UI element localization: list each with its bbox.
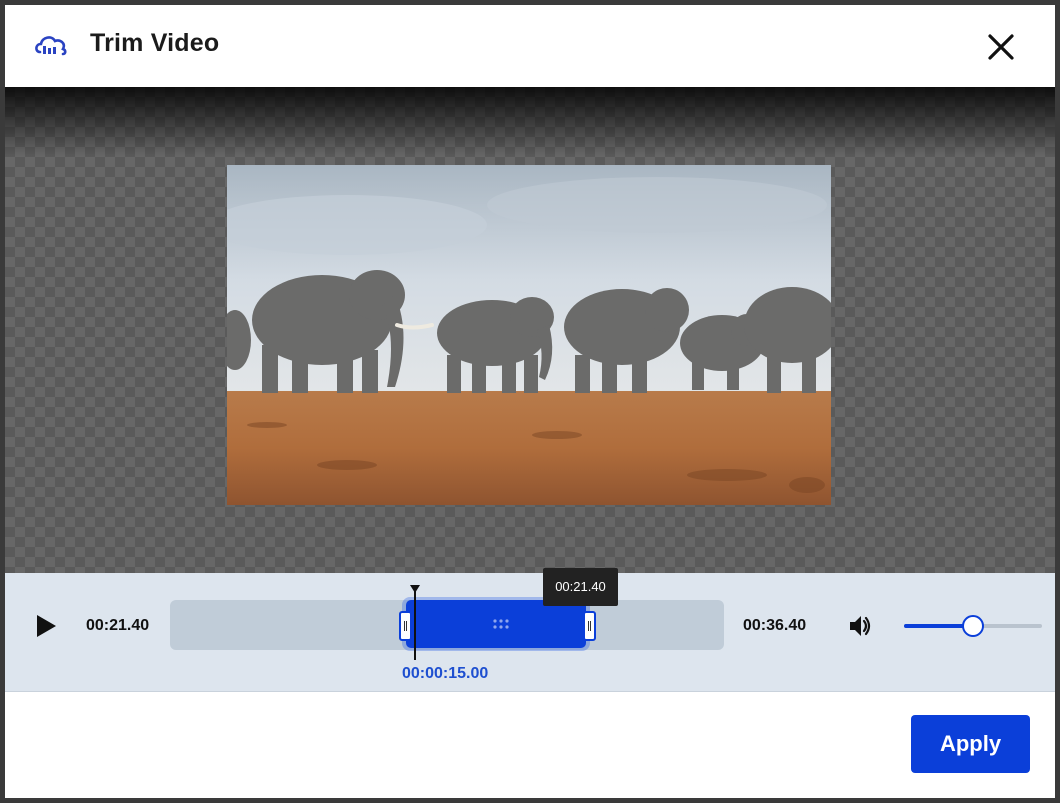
dialog-footer: Apply [5, 692, 1055, 798]
apply-button[interactable]: Apply [911, 715, 1030, 773]
playhead[interactable] [410, 585, 420, 660]
volume-slider[interactable] [904, 615, 1042, 637]
preview-gradient-shade [5, 87, 1055, 157]
playhead-tooltip: 00:21.40 [543, 568, 618, 606]
play-icon[interactable] [34, 613, 58, 639]
cloud-logo-icon [35, 36, 67, 56]
trim-selection-body[interactable] [406, 600, 586, 648]
selection-duration: 00:00:15.00 [402, 665, 489, 682]
close-icon[interactable] [985, 31, 1017, 63]
trim-video-dialog: Trim Video 00:21.40 00:21.40 00:00:15.00… [5, 5, 1055, 798]
trim-start-handle[interactable] [399, 611, 412, 641]
trim-controls: 00:21.40 00:21.40 00:00:15.00 00:36.40 [5, 568, 1055, 692]
volume-icon[interactable] [847, 613, 873, 639]
dialog-title: Trim Video [90, 29, 220, 57]
trim-timeline-track[interactable]: 00:21.40 [170, 568, 724, 660]
playhead-knob[interactable] [410, 585, 420, 593]
current-time: 00:21.40 [86, 617, 150, 634]
dialog-header: Trim Video [5, 5, 1055, 87]
video-frame-elephants [227, 165, 831, 505]
trim-end-handle[interactable] [583, 611, 596, 641]
drag-grip-icon [493, 619, 509, 629]
volume-slider-thumb[interactable] [962, 615, 984, 637]
video-preview-area [5, 87, 1055, 573]
end-time: 00:36.40 [743, 617, 807, 634]
